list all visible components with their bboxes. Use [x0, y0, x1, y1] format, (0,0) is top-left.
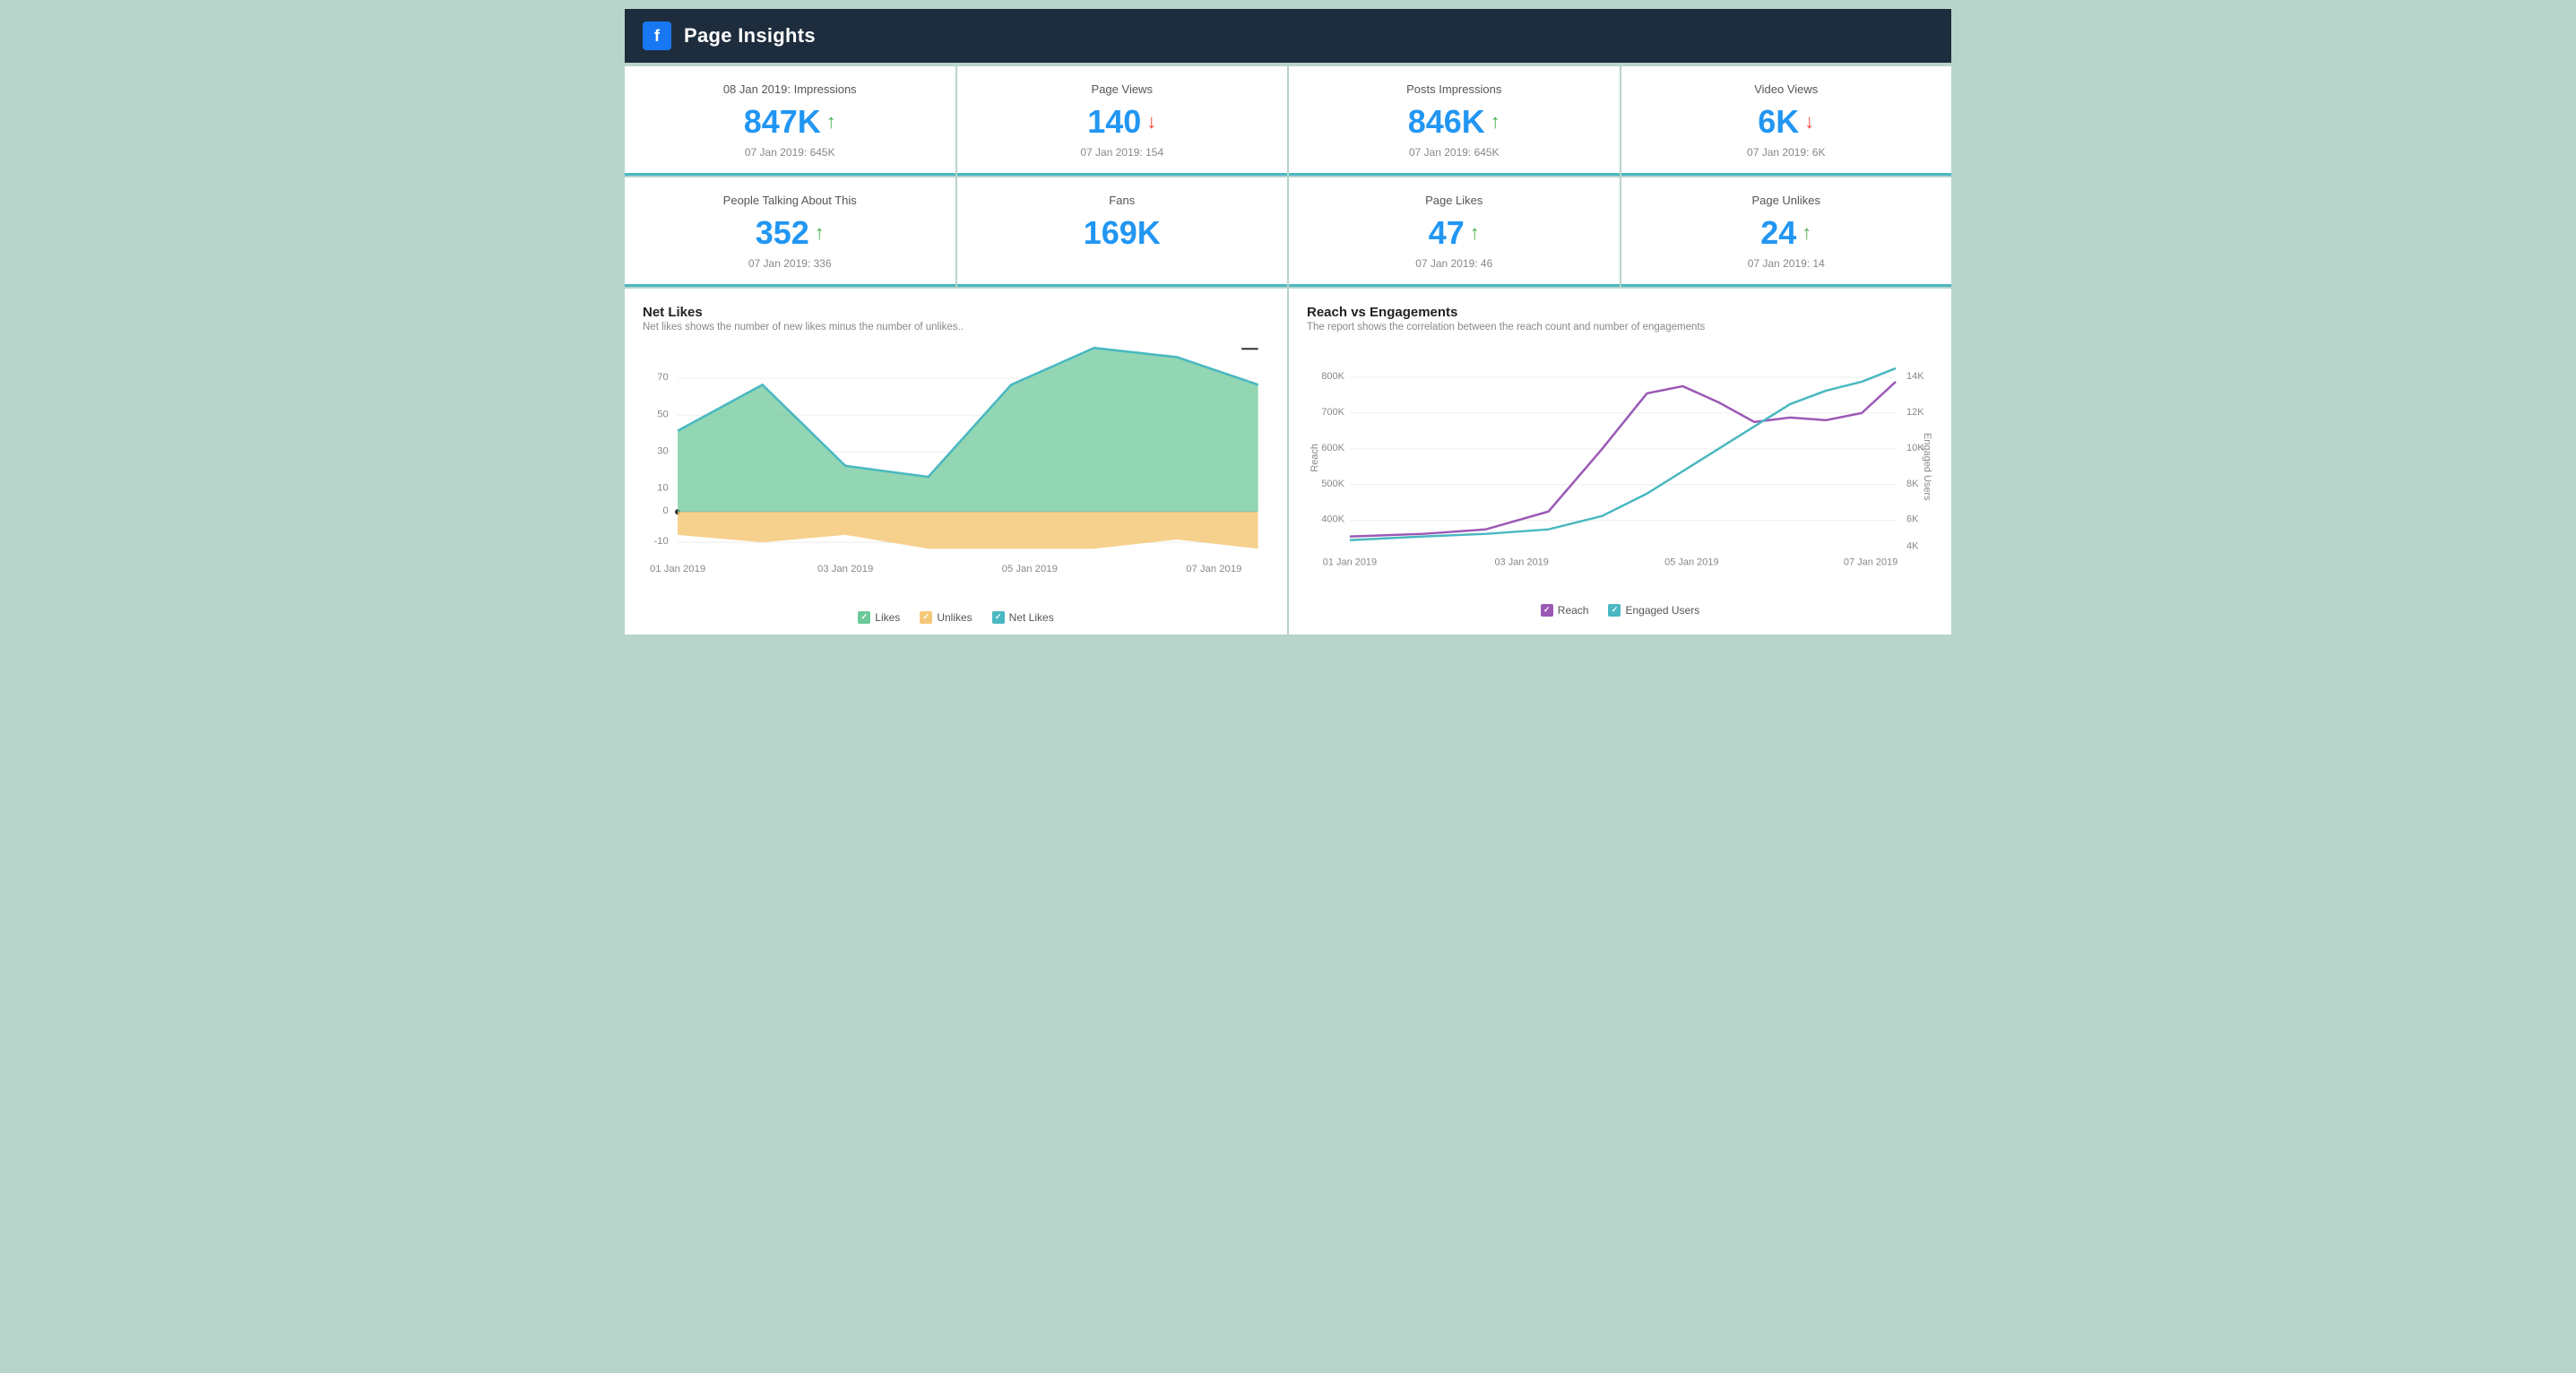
metric-card: Fans 169K — [957, 177, 1288, 287]
metric-card: Posts Impressions 846K↑ 07 Jan 2019: 645K — [1289, 66, 1620, 176]
svg-text:05 Jan 2019: 05 Jan 2019 — [1002, 564, 1058, 574]
svg-text:03 Jan 2019: 03 Jan 2019 — [817, 564, 873, 574]
metric-card: 08 Jan 2019: Impressions 847K↑ 07 Jan 2019… — [625, 66, 955, 176]
metric-label: Posts Impressions — [1307, 82, 1602, 96]
metric-value: 6K↓ — [1639, 103, 1934, 141]
metric-card: Page Likes 47↑ 07 Jan 2019: 46 — [1289, 177, 1620, 287]
svg-text:500K: 500K — [1321, 479, 1344, 489]
net-likes-subtitle: Net likes shows the number of new likes … — [643, 322, 1269, 332]
svg-text:8K: 8K — [1906, 479, 1919, 489]
svg-text:10: 10 — [657, 483, 669, 494]
svg-text:01 Jan 2019: 01 Jan 2019 — [650, 564, 705, 574]
metric-prev: 07 Jan 2019: 46 — [1307, 257, 1602, 270]
svg-text:800K: 800K — [1321, 371, 1344, 382]
svg-text:Engaged Users: Engaged Users — [1922, 433, 1932, 501]
net-likes-legend: ✓ Likes ✓ Unlikes ✓ Net Likes — [643, 611, 1269, 624]
svg-text:03 Jan 2019: 03 Jan 2019 — [1494, 557, 1548, 568]
svg-text:70: 70 — [657, 372, 669, 383]
metric-value: 352↑ — [643, 214, 938, 252]
trend-up-icon: ↑ — [1470, 221, 1480, 245]
legend-unlikes: ✓ Unlikes — [920, 611, 972, 624]
trend-down-icon: ↓ — [1804, 110, 1814, 134]
svg-text:07 Jan 2019: 07 Jan 2019 — [1186, 564, 1241, 574]
trend-down-icon: ↓ — [1146, 110, 1156, 134]
trend-up-icon: ↑ — [826, 110, 836, 134]
net-likes-chart: Net Likes Net likes shows the number of … — [625, 289, 1287, 635]
svg-text:-10: -10 — [653, 536, 668, 547]
legend-reach: ✓ Reach — [1541, 604, 1589, 617]
metric-prev: 07 Jan 2019: 14 — [1639, 257, 1934, 270]
net-likes-svg: 70 50 30 10 0 -10 — [643, 341, 1269, 600]
metric-prev: 07 Jan 2019: 154 — [975, 146, 1270, 159]
metric-prev: 07 Jan 2019: 645K — [1307, 146, 1602, 159]
metric-label: Video Views — [1639, 82, 1934, 96]
reach-chart-wrapper: 800K 700K 600K 500K 400K Reach 14K 12K 1… — [1307, 341, 1933, 597]
svg-text:12K: 12K — [1906, 407, 1924, 418]
metric-value: 140↓ — [975, 103, 1270, 141]
charts-row: Net Likes Net likes shows the number of … — [625, 289, 1951, 635]
metric-label: Fans — [975, 194, 1270, 207]
reach-legend-box: ✓ — [1541, 604, 1553, 617]
metric-card: Page Unlikes 24↑ 07 Jan 2019: 14 — [1621, 177, 1952, 287]
reach-svg: 800K 700K 600K 500K 400K Reach 14K 12K 1… — [1307, 341, 1933, 592]
trend-up-icon: ↑ — [1491, 110, 1500, 134]
metrics-row-1: 08 Jan 2019: Impressions 847K↑ 07 Jan 2019… — [625, 66, 1951, 176]
svg-text:01 Jan 2019: 01 Jan 2019 — [1323, 557, 1377, 568]
trend-up-icon: ↑ — [1802, 221, 1811, 245]
svg-text:600K: 600K — [1321, 443, 1344, 453]
net-likes-title: Net Likes — [643, 305, 1269, 320]
metric-card: People Talking About This 352↑ 07 Jan 2019… — [625, 177, 955, 287]
net-likes-legend-box: ✓ — [992, 611, 1005, 624]
metric-label: Page Views — [975, 82, 1270, 96]
trend-up-icon: ↑ — [815, 221, 825, 245]
metric-value: 47↑ — [1307, 214, 1602, 252]
reach-subtitle: The report shows the correlation between… — [1307, 322, 1933, 332]
svg-text:400K: 400K — [1321, 514, 1344, 525]
metric-prev: 07 Jan 2019: 336 — [643, 257, 938, 270]
metric-label: 08 Jan 2019: Impressions — [643, 82, 938, 96]
engaged-users-legend-box: ✓ — [1608, 604, 1621, 617]
likes-legend-box: ✓ — [858, 611, 870, 624]
legend-likes: ✓ Likes — [858, 611, 900, 624]
unlikes-legend-box: ✓ — [920, 611, 932, 624]
page-container: f Page Insights 08 Jan 2019: Impressions… — [625, 9, 1951, 635]
metric-value: 846K↑ — [1307, 103, 1602, 141]
metric-label: Page Likes — [1307, 194, 1602, 207]
reach-legend: ✓ Reach ✓ Engaged Users — [1307, 604, 1933, 617]
metric-value: 24↑ — [1639, 214, 1934, 252]
svg-text:700K: 700K — [1321, 407, 1344, 418]
svg-text:Reach: Reach — [1310, 444, 1320, 472]
svg-text:6K: 6K — [1906, 514, 1919, 525]
reach-chart: Reach vs Engagements The report shows th… — [1289, 289, 1951, 635]
svg-text:07 Jan 2019: 07 Jan 2019 — [1844, 557, 1897, 568]
facebook-icon: f — [643, 22, 671, 50]
metric-card: Page Views 140↓ 07 Jan 2019: 154 — [957, 66, 1288, 176]
svg-text:4K: 4K — [1906, 541, 1919, 552]
net-likes-chart-wrapper: 70 50 30 10 0 -10 — [643, 341, 1269, 604]
metric-prev: 07 Jan 2019: 645K — [643, 146, 938, 159]
metric-value: 847K↑ — [643, 103, 938, 141]
svg-text:30: 30 — [657, 445, 669, 456]
page-header: f Page Insights — [625, 9, 1951, 63]
legend-engaged-users: ✓ Engaged Users — [1608, 604, 1699, 617]
metric-label: Page Unlikes — [1639, 194, 1934, 207]
svg-text:05 Jan 2019: 05 Jan 2019 — [1664, 557, 1718, 568]
metric-value: 169K — [975, 214, 1270, 252]
metrics-row-2: People Talking About This 352↑ 07 Jan 2019… — [625, 177, 1951, 287]
metric-prev: 07 Jan 2019: 6K — [1639, 146, 1934, 159]
reach-title: Reach vs Engagements — [1307, 305, 1933, 320]
page-title: Page Insights — [684, 24, 816, 47]
metric-card: Video Views 6K↓ 07 Jan 2019: 6K — [1621, 66, 1952, 176]
svg-text:0: 0 — [662, 505, 668, 516]
metric-label: People Talking About This — [643, 194, 938, 207]
legend-net-likes: ✓ Net Likes — [992, 611, 1054, 624]
svg-text:50: 50 — [657, 409, 669, 419]
svg-text:14K: 14K — [1906, 371, 1924, 382]
